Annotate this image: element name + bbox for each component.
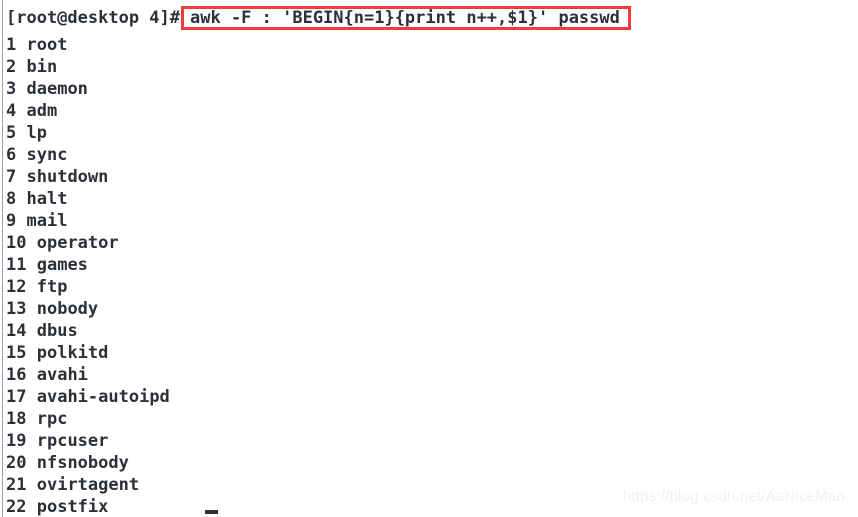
- output-line-separator: [16, 167, 26, 187]
- output-line-separator: [26, 431, 36, 451]
- output-line-separator: [26, 299, 36, 319]
- output-line-username: daemon: [26, 79, 88, 99]
- output-line-username: rpc: [36, 409, 68, 429]
- command-highlight-box: awk -F : 'BEGIN{n=1}{print n++,$1}' pass…: [181, 6, 631, 30]
- output-line-separator: [16, 35, 26, 55]
- output-line-number: 7: [6, 167, 17, 187]
- output-line-separator: [16, 189, 26, 209]
- output-line-separator: [16, 101, 26, 121]
- output-line-username: avahi-autoipd: [36, 387, 170, 407]
- output-line-username: nfsnobody: [36, 453, 129, 473]
- output-line: 19 rpcuser: [6, 430, 108, 452]
- output-line-number: 12: [6, 277, 27, 297]
- output-line-username: mail: [26, 211, 68, 231]
- output-line-separator: [26, 365, 36, 385]
- output-line-separator: [26, 233, 36, 253]
- output-line: 14 dbus: [6, 320, 78, 342]
- output-line: 1 root: [6, 34, 67, 56]
- output-line-username: postfix: [36, 497, 109, 517]
- terminal-window[interactable]: [root@desktop 4]# awk -F : 'BEGIN{n=1}{p…: [0, 0, 858, 517]
- output-line-username: avahi: [36, 365, 88, 385]
- console-output-area[interactable]: [root@desktop 4]# awk -F : 'BEGIN{n=1}{p…: [6, 0, 858, 517]
- output-line-username: bin: [26, 57, 58, 77]
- output-line-separator: [26, 321, 36, 341]
- output-line-separator: [26, 497, 36, 517]
- output-line-separator: [26, 409, 36, 429]
- output-line-number: 11: [6, 255, 27, 275]
- output-line: 2 bin: [6, 56, 57, 78]
- output-line-username: rpcuser: [36, 431, 109, 451]
- output-line: 7 shutdown: [6, 166, 108, 188]
- output-line-number: 10: [6, 233, 27, 253]
- output-line-username: ftp: [36, 277, 68, 297]
- output-line: 18 rpc: [6, 408, 67, 430]
- output-line-number: 20: [6, 453, 27, 473]
- text-cursor: [205, 510, 218, 514]
- output-line-separator: [26, 453, 36, 473]
- output-line: 22 postfix: [6, 496, 108, 517]
- output-line-separator: [16, 123, 26, 143]
- output-line-username: adm: [26, 101, 58, 121]
- output-line-username: shutdown: [26, 167, 109, 187]
- output-line-number: 13: [6, 299, 27, 319]
- output-line-number: 16: [6, 365, 27, 385]
- output-line: 21 ovirtagent: [6, 474, 139, 496]
- output-line-number: 21: [6, 475, 27, 495]
- output-line: 6 sync: [6, 144, 67, 166]
- left-edge-rule: [2, 0, 3, 517]
- output-line-separator: [26, 475, 36, 495]
- output-line-separator: [16, 211, 26, 231]
- output-line-number: 3: [6, 79, 17, 99]
- output-line: 3 daemon: [6, 78, 88, 100]
- output-line: 20 nfsnobody: [6, 452, 129, 474]
- command-prompt-row: [root@desktop 4]# awk -F : 'BEGIN{n=1}{p…: [6, 5, 631, 31]
- output-line-username: ovirtagent: [36, 475, 140, 495]
- output-line-separator: [16, 57, 26, 77]
- output-line-username: halt: [26, 189, 68, 209]
- output-line-number: 22: [6, 497, 27, 517]
- output-line-username: lp: [26, 123, 47, 143]
- output-line: 11 games: [6, 254, 88, 276]
- output-line-number: 2: [6, 57, 17, 77]
- output-line-separator: [26, 277, 36, 297]
- output-line: 4 adm: [6, 100, 57, 122]
- watermark-text: https://blog.csdn.net/AaNiceMan: [622, 488, 845, 505]
- output-line-number: 1: [6, 35, 17, 55]
- output-line: 12 ftp: [6, 276, 67, 298]
- output-line-number: 14: [6, 321, 27, 341]
- output-line: 8 halt: [6, 188, 67, 210]
- output-line-number: 9: [6, 211, 17, 231]
- command-input-text[interactable]: awk -F : 'BEGIN{n=1}{print n++,$1}' pass…: [190, 8, 620, 28]
- output-line: 17 avahi-autoipd: [6, 386, 170, 408]
- output-line-number: 17: [6, 387, 27, 407]
- output-line-number: 19: [6, 431, 27, 451]
- output-line-number: 6: [6, 145, 17, 165]
- output-line: 10 operator: [6, 232, 119, 254]
- output-line-username: polkitd: [36, 343, 109, 363]
- output-line-number: 4: [6, 101, 17, 121]
- output-line-number: 18: [6, 409, 27, 429]
- output-line: 5 lp: [6, 122, 47, 144]
- output-line-separator: [16, 79, 26, 99]
- output-line: 13 nobody: [6, 298, 98, 320]
- output-line-username: games: [36, 255, 88, 275]
- output-line-username: nobody: [36, 299, 99, 319]
- output-line-separator: [26, 255, 36, 275]
- output-line-username: dbus: [36, 321, 78, 341]
- output-line-separator: [26, 343, 36, 363]
- output-line-separator: [16, 145, 26, 165]
- output-line-username: root: [26, 35, 68, 55]
- output-line: 16 avahi: [6, 364, 88, 386]
- output-line-number: 8: [6, 189, 17, 209]
- output-line: 15 polkitd: [6, 342, 108, 364]
- output-line-number: 15: [6, 343, 27, 363]
- output-line-username: sync: [26, 145, 68, 165]
- output-line: 9 mail: [6, 210, 67, 232]
- shell-prompt: [root@desktop 4]#: [6, 8, 180, 28]
- output-line-number: 5: [6, 123, 17, 143]
- output-line-separator: [26, 387, 36, 407]
- output-line-username: operator: [36, 233, 119, 253]
